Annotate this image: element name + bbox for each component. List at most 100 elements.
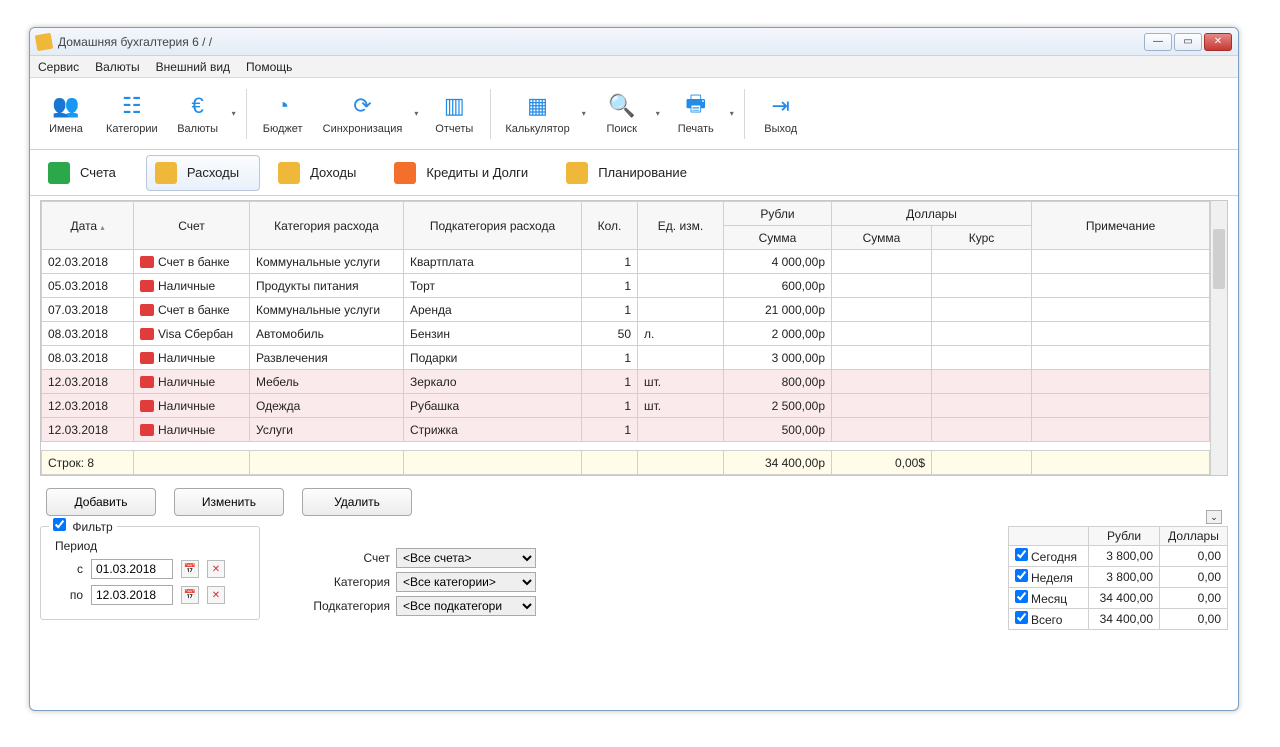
toolbar-Отчеты[interactable]: ▥Отчеты — [424, 83, 484, 145]
totals-checkbox[interactable] — [1015, 590, 1028, 603]
maximize-button[interactable]: ▭ — [1174, 33, 1202, 51]
calendar-icon[interactable]: 📅 — [181, 586, 199, 604]
totals-checkbox[interactable] — [1015, 548, 1028, 561]
menu-Помощь[interactable]: Помощь — [246, 60, 292, 74]
cell-rub: 500,00р — [724, 418, 832, 442]
edit-button[interactable]: Изменить — [174, 488, 284, 516]
table-row[interactable]: 05.03.2018НаличныеПродукты питанияТорт16… — [42, 274, 1210, 298]
toolbar-Калькулятор[interactable]: ▦Калькулятор — [497, 83, 577, 145]
tab-Расходы[interactable]: Расходы — [146, 155, 260, 191]
toolbar-Выход[interactable]: ⇥Выход — [751, 83, 811, 145]
col-unit[interactable]: Ед. изм. — [638, 202, 724, 250]
cell-date: 12.03.2018 — [42, 418, 134, 442]
cell-unit — [638, 250, 724, 274]
col-usd-group[interactable]: Доллары — [832, 202, 1032, 226]
table-row[interactable]: 08.03.2018НаличныеРазвлеченияПодарки13 0… — [42, 346, 1210, 370]
toolbar-Категории[interactable]: ☷Категории — [98, 83, 166, 145]
minimize-button[interactable]: — — [1144, 33, 1172, 51]
clear-date-icon[interactable]: ✕ — [207, 586, 225, 604]
panel-toggle-button[interactable]: ⌄ — [1206, 510, 1222, 524]
category-filter-select[interactable]: <Все категории> — [396, 572, 536, 592]
menu-Сервис[interactable]: Сервис — [38, 60, 79, 74]
vertical-scrollbar[interactable] — [1210, 201, 1227, 475]
Синхронизация-icon: ⟳ — [348, 92, 376, 120]
tab-icon — [394, 162, 416, 184]
Поиск-icon: 🔍 — [608, 92, 636, 120]
col-category[interactable]: Категория расхода — [250, 202, 404, 250]
menu-Внешний вид[interactable]: Внешний вид — [156, 60, 230, 74]
toolbar-Синхронизация[interactable]: ⟳ Синхронизация — [315, 83, 411, 145]
toolbar-separator — [246, 89, 247, 139]
cell-qty: 1 — [582, 274, 638, 298]
from-date-input[interactable] — [91, 559, 173, 579]
subcategory-filter-select[interactable]: <Все подкатегори — [396, 596, 536, 616]
table-row[interactable]: 12.03.2018НаличныеОдеждаРубашка1шт.2 500… — [42, 394, 1210, 418]
col-rub-group[interactable]: Рубли — [724, 202, 832, 226]
dropdown-icon[interactable]: ▾ — [580, 105, 590, 122]
totals-checkbox[interactable] — [1015, 569, 1028, 582]
filter-checkbox[interactable] — [53, 518, 66, 531]
col-subcategory[interactable]: Подкатегория расхода — [404, 202, 582, 250]
toolbar-Имена[interactable]: 👥Имена — [36, 83, 96, 145]
toolbar-Поиск[interactable]: 🔍Поиск — [592, 83, 652, 145]
cell-account: Visa Сбербан — [134, 322, 250, 346]
toolbar-label: Бюджет — [263, 123, 303, 135]
add-button[interactable]: Добавить — [46, 488, 156, 516]
menu-Валюты[interactable]: Валюты — [95, 60, 140, 74]
tab-Счета[interactable]: Счета — [40, 156, 136, 190]
dropdown-icon[interactable]: ▾ — [230, 105, 240, 122]
toolbar-Бюджет[interactable]: ◔Бюджет — [253, 83, 313, 145]
totals-usd-header[interactable]: Доллары — [1160, 527, 1228, 546]
clear-date-icon[interactable]: ✕ — [207, 560, 225, 578]
Выход-icon: ⇥ — [767, 92, 795, 120]
col-usd-sum[interactable]: Сумма — [832, 226, 932, 250]
tab-icon — [566, 162, 588, 184]
table-row[interactable]: 08.03.2018Visa СбербанАвтомобильБензин50… — [42, 322, 1210, 346]
tabstrip: Счета Расходы Доходы Кредиты и Долги Планиро… — [30, 150, 1238, 196]
close-button[interactable]: ✕ — [1204, 33, 1232, 51]
filter-label: Фильтр — [72, 520, 112, 534]
table-row[interactable]: 12.03.2018НаличныеМебельЗеркало1шт.800,0… — [42, 370, 1210, 394]
to-date-input[interactable] — [91, 585, 173, 605]
col-usd-rate[interactable]: Курс — [932, 226, 1032, 250]
toolbar-Печать[interactable]: 🖶 Печать — [666, 83, 726, 145]
calendar-icon[interactable]: 📅 — [181, 560, 199, 578]
dropdown-icon[interactable]: ▾ — [412, 105, 422, 122]
col-rub-sum[interactable]: Сумма — [724, 226, 832, 250]
totals-checkbox[interactable] — [1015, 611, 1028, 624]
summary-row: Строк: 8 34 400,00р 0,00$ — [42, 451, 1210, 475]
dropdown-icon[interactable]: ▾ — [728, 105, 738, 122]
table-row[interactable]: 02.03.2018Счет в банкеКоммунальные услуг… — [42, 250, 1210, 274]
table-row[interactable]: 12.03.2018НаличныеУслугиСтрижка1500,00р — [42, 418, 1210, 442]
tab-icon — [155, 162, 177, 184]
delete-button[interactable]: Удалить — [302, 488, 412, 516]
tab-Кредиты и Долги[interactable]: Кредиты и Долги — [386, 156, 548, 190]
cell-category: Продукты питания — [250, 274, 404, 298]
content: Дата ▴ Счет Категория расхода Подкатегор… — [30, 196, 1238, 640]
toolbar-label: Синхронизация — [323, 123, 403, 135]
col-date[interactable]: Дата ▴ — [42, 202, 134, 250]
totals-label: Месяц — [1009, 588, 1089, 609]
col-account[interactable]: Счет — [134, 202, 250, 250]
table-row[interactable]: 07.03.2018Счет в банкеКоммунальные услуг… — [42, 298, 1210, 322]
cell-account: Наличные — [134, 346, 250, 370]
col-note[interactable]: Примечание — [1032, 202, 1210, 250]
toolbar-label: Печать — [678, 123, 714, 135]
toolbar: 👥Имена☷Категории€Валюты▾◔Бюджет⟳Синхрони… — [30, 78, 1238, 150]
account-filter-select[interactable]: <Все счета> — [396, 548, 536, 568]
totals-rub-header[interactable]: Рубли — [1089, 527, 1160, 546]
Печать-icon: 🖶 — [682, 92, 710, 120]
tab-icon — [278, 162, 300, 184]
tab-Планирование[interactable]: Планирование — [558, 156, 707, 190]
tab-Доходы[interactable]: Доходы — [270, 156, 376, 190]
col-qty[interactable]: Кол. — [582, 202, 638, 250]
cell-subcategory: Подарки — [404, 346, 582, 370]
toolbar-Валюты[interactable]: €Валюты — [168, 83, 228, 145]
scroll-thumb[interactable] — [1213, 229, 1225, 289]
cell-unit — [638, 346, 724, 370]
cell-category: Услуги — [250, 418, 404, 442]
cell-date: 02.03.2018 — [42, 250, 134, 274]
dropdown-icon[interactable]: ▾ — [654, 105, 664, 122]
cell-usd-rate — [932, 274, 1032, 298]
cell-note — [1032, 250, 1210, 274]
